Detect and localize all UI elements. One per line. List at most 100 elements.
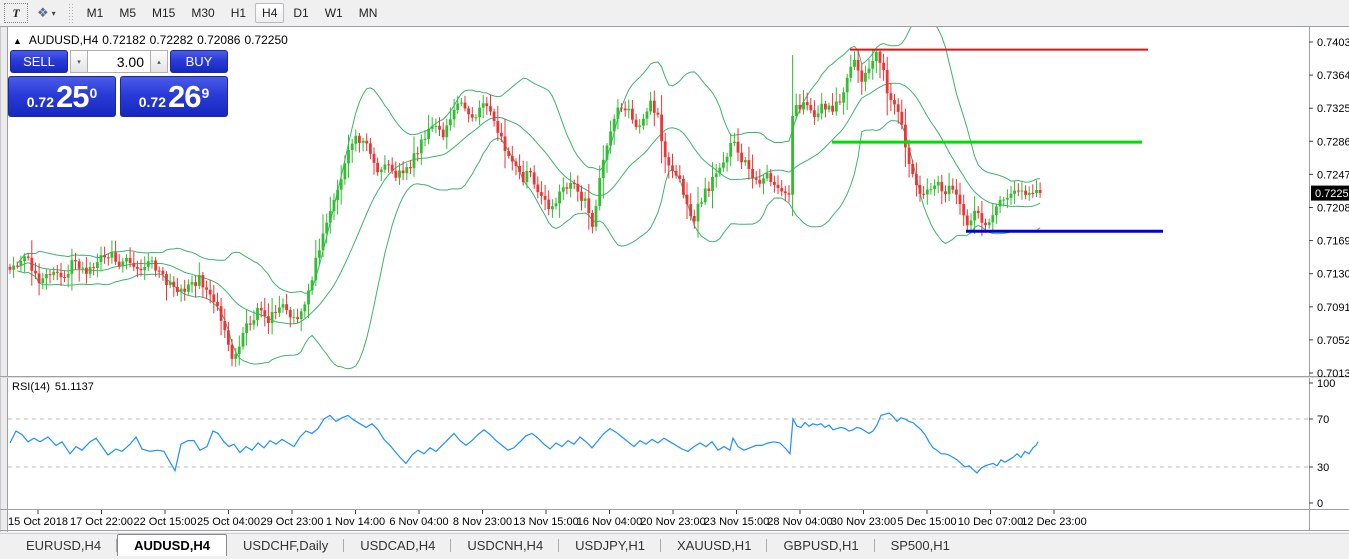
- candle-body: [930, 189, 933, 190]
- timeframe-button-h4[interactable]: H4: [255, 3, 284, 23]
- candle-body: [27, 257, 30, 258]
- buy-price-panel[interactable]: 0.72 26 9: [120, 76, 228, 117]
- candle-body: [646, 112, 649, 119]
- candle-body: [282, 304, 285, 307]
- timeframe-button-m30[interactable]: M30: [184, 3, 221, 23]
- candle-body: [558, 192, 561, 204]
- candle-body: [737, 142, 740, 153]
- candle-body: [529, 171, 532, 172]
- candle-body: [336, 190, 339, 200]
- candle-body: [278, 308, 281, 313]
- rsi-name: RSI(14): [12, 381, 50, 393]
- timeframe-button-d1[interactable]: D1: [286, 3, 315, 23]
- price-tick-label: 0.71690: [1317, 236, 1349, 248]
- candle-body: [74, 260, 77, 261]
- candle-body: [955, 190, 958, 195]
- candle-body: [777, 185, 780, 188]
- candle-body: [394, 171, 397, 178]
- buy-price-prefix: 0.72: [139, 92, 166, 112]
- candle-body: [518, 166, 521, 172]
- candle-body: [89, 267, 92, 274]
- text-tool-button[interactable]: T: [4, 3, 28, 23]
- candle-body: [202, 275, 205, 287]
- candle-body: [493, 112, 496, 122]
- tab-usdchf-daily[interactable]: USDCHF,Daily: [227, 534, 344, 556]
- price-tick-label: 0.72080: [1317, 202, 1349, 214]
- candle-body: [515, 162, 518, 166]
- tab-gbpusd-h1[interactable]: GBPUSD,H1: [767, 534, 874, 556]
- time-tick-label: 10 Dec 07:00: [958, 516, 1023, 528]
- tab-usdjpy-h1[interactable]: USDJPY,H1: [559, 534, 661, 556]
- candle-body: [391, 165, 394, 171]
- timeframe-button-m15[interactable]: M15: [145, 3, 182, 23]
- candle-body: [635, 120, 638, 127]
- candle-body: [249, 323, 252, 324]
- rsi-tick-label: 0: [1317, 498, 1323, 510]
- candle-body: [649, 101, 652, 112]
- price-tick-label: 0.73250: [1317, 103, 1349, 115]
- candle-body: [296, 317, 299, 319]
- candle-body: [849, 67, 852, 78]
- candle-body: [678, 175, 681, 179]
- shapes-tool-button[interactable]: ❖ ▾: [30, 3, 63, 23]
- candle-body: [489, 106, 492, 111]
- candle-body: [158, 271, 161, 272]
- timeframe-button-w1[interactable]: W1: [318, 3, 350, 23]
- candle-body: [791, 116, 794, 195]
- volume-increase-button[interactable]: ▴: [150, 50, 168, 73]
- candle-body: [566, 187, 569, 188]
- candle-body: [194, 282, 197, 286]
- tab-usdcad-h4[interactable]: USDCAD,H4: [344, 534, 451, 556]
- candle-body: [802, 102, 805, 109]
- candle-body: [41, 278, 44, 283]
- candle-body: [482, 103, 485, 107]
- toolbar-separator: [68, 3, 73, 23]
- candle-body: [708, 189, 711, 192]
- tab-usdcnh-h4[interactable]: USDCNH,H4: [451, 534, 559, 556]
- candle-body: [915, 174, 918, 185]
- timeframe-button-h1[interactable]: H1: [224, 3, 253, 23]
- sell-price-panel[interactable]: 0.72 25 0: [8, 76, 116, 117]
- time-tick-label: 15 Oct 2018: [8, 516, 68, 528]
- timeframe-button-m1[interactable]: M1: [80, 3, 111, 23]
- candle-body: [970, 221, 973, 226]
- timeframe-button-mn[interactable]: MN: [352, 3, 385, 23]
- chevron-down-icon: ▾: [52, 9, 56, 18]
- sell-button[interactable]: SELL: [10, 50, 68, 73]
- candle-body: [682, 179, 685, 195]
- time-tick-label: 1 Nov 14:00: [326, 516, 385, 528]
- candle-body: [162, 271, 165, 274]
- chart-symbol-label: AUDUSD,H4: [29, 33, 98, 47]
- candle-body: [496, 121, 499, 133]
- time-tick-label: 13 Nov 15:00: [513, 516, 578, 528]
- candle-body: [212, 294, 215, 302]
- candle-body: [544, 196, 547, 200]
- volume-decrease-button[interactable]: ▾: [70, 50, 88, 73]
- candle-body: [522, 172, 525, 182]
- tab-audusd-h4[interactable]: AUDUSD,H4: [117, 534, 227, 556]
- volume-input[interactable]: [88, 50, 150, 73]
- buy-button[interactable]: BUY: [170, 50, 228, 73]
- tab-sp500-h1[interactable]: SP500,H1: [875, 534, 966, 556]
- candle-body: [999, 200, 1002, 207]
- candle-body: [245, 323, 248, 333]
- candle-body: [729, 143, 732, 157]
- candle-body: [384, 164, 387, 169]
- candle-body: [526, 171, 529, 182]
- rsi-tick-label: 30: [1317, 462, 1329, 474]
- candle-body: [198, 275, 201, 286]
- candle-body: [376, 163, 379, 172]
- collapse-panel-icon[interactable]: ▲: [13, 36, 22, 46]
- tab-eurusd-h4[interactable]: EURUSD,H4: [10, 534, 117, 556]
- time-tick-label: 5 Dec 15:00: [897, 516, 956, 528]
- candle-body: [256, 308, 259, 320]
- candle-body: [882, 63, 885, 70]
- candle-body: [183, 289, 186, 292]
- candle-body: [442, 130, 445, 138]
- candle-body: [555, 203, 558, 206]
- candle-body: [234, 354, 237, 359]
- candle-body: [136, 267, 139, 269]
- ohlc-open: 0.72182: [102, 33, 145, 47]
- timeframe-button-m5[interactable]: M5: [112, 3, 143, 23]
- tab-xauusd-h1[interactable]: XAUUSD,H1: [661, 534, 767, 556]
